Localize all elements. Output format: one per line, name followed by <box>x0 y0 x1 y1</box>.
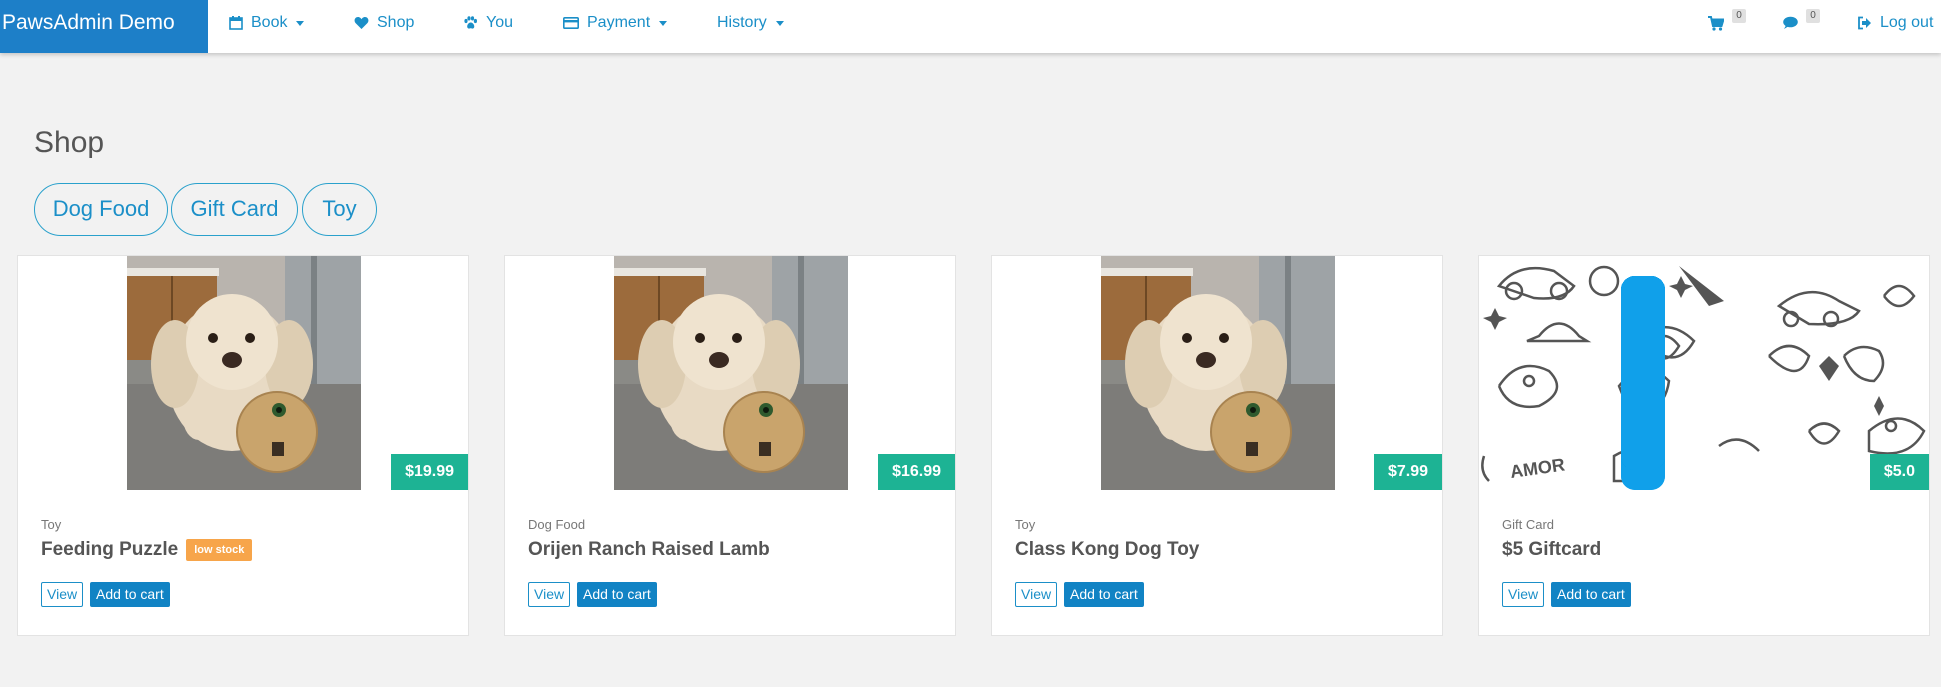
page-title: Shop <box>34 126 105 159</box>
product-card: $16.99 Dog Food Orijen Ranch Raised Lamb… <box>504 255 956 636</box>
add-to-cart-button[interactable]: Add to cart <box>90 582 170 607</box>
product-name[interactable]: Feeding Puzzle <box>41 539 178 561</box>
product-card: AMOR $5.0 Gift Card $5 Giftcard View Add… <box>1478 255 1930 636</box>
filter-toy[interactable]: Toy <box>302 183 377 236</box>
price-badge: $19.99 <box>391 454 468 490</box>
messages-count-badge: 0 <box>1806 9 1820 23</box>
product-category: Dog Food <box>528 517 586 532</box>
product-category: Gift Card <box>1502 517 1555 532</box>
filter-dog-food[interactable]: Dog Food <box>34 183 168 236</box>
price-badge: $16.99 <box>878 454 955 490</box>
view-button[interactable]: View <box>1015 582 1058 607</box>
product-image[interactable]: $7.99 <box>992 256 1442 490</box>
messages-button[interactable] <box>1782 0 1798 46</box>
nav-payment-label: Payment <box>587 14 651 31</box>
product-name-row: Orijen Ranch Raised Lamb <box>528 539 770 561</box>
chevron-down-icon <box>659 20 668 26</box>
view-button[interactable]: View <box>528 582 571 607</box>
nav-you-label: You <box>486 14 513 31</box>
product-name-row: Class Kong Dog Toy <box>1015 539 1199 561</box>
shopping-cart-icon <box>1708 15 1724 31</box>
plus-icon <box>1621 276 1665 470</box>
product-card: $7.99 Toy Class Kong Dog Toy View Add to… <box>991 255 1443 636</box>
product-category: Toy <box>41 517 62 532</box>
product-name[interactable]: Orijen Ranch Raised Lamb <box>528 539 770 561</box>
nav-you[interactable]: You <box>463 0 513 46</box>
cart-button[interactable] <box>1708 0 1724 46</box>
chevron-down-icon <box>775 20 784 26</box>
calendar-icon <box>229 16 243 30</box>
cart-count-badge: 0 <box>1732 9 1746 23</box>
nav-book[interactable]: Book <box>229 0 305 46</box>
nav-shop-label: Shop <box>377 14 415 31</box>
logout-button[interactable]: Log out <box>1857 0 1933 46</box>
filter-gift-card[interactable]: Gift Card <box>171 183 298 236</box>
add-to-cart-button[interactable]: Add to cart <box>577 582 657 607</box>
nav-history[interactable]: History <box>717 0 784 46</box>
add-to-cart-button[interactable]: Add to cart <box>1064 582 1144 607</box>
product-image[interactable]: AMOR $5.0 <box>1479 256 1929 490</box>
low-stock-badge: low stock <box>186 539 253 561</box>
add-to-cart-button[interactable]: Add to cart <box>1551 582 1631 607</box>
brand-logo[interactable]: PawsAdmin Demo <box>0 0 208 53</box>
view-button[interactable]: View <box>41 582 84 607</box>
product-category: Toy <box>1015 517 1036 532</box>
chevron-down-icon <box>296 20 305 26</box>
sign-out-icon <box>1858 16 1871 30</box>
product-image[interactable]: $16.99 <box>505 256 955 490</box>
product-name-row: Feeding Puzzle low stock <box>41 539 253 561</box>
product-image[interactable]: $19.99 <box>18 256 468 490</box>
heart-icon <box>354 17 369 29</box>
product-name[interactable]: Class Kong Dog Toy <box>1015 539 1199 561</box>
product-name[interactable]: $5 Giftcard <box>1502 539 1601 561</box>
product-name-row: $5 Giftcard <box>1502 539 1601 561</box>
product-card: $19.99 Toy Feeding Puzzle low stock View… <box>17 255 469 636</box>
price-badge: $5.0 <box>1869 454 1929 490</box>
nav-book-label: Book <box>251 14 288 31</box>
view-button[interactable]: View <box>1502 582 1545 607</box>
nav-shop[interactable]: Shop <box>354 0 414 46</box>
price-badge: $7.99 <box>1373 454 1442 490</box>
top-navbar: PawsAdmin Demo Book Shop You Payment His… <box>0 0 1941 53</box>
nav-history-label: History <box>717 14 767 31</box>
paw-icon <box>464 16 477 29</box>
logout-label: Log out <box>1880 14 1934 31</box>
comment-icon <box>1783 16 1798 29</box>
credit-card-icon <box>563 17 579 29</box>
nav-payment[interactable]: Payment <box>563 0 668 46</box>
